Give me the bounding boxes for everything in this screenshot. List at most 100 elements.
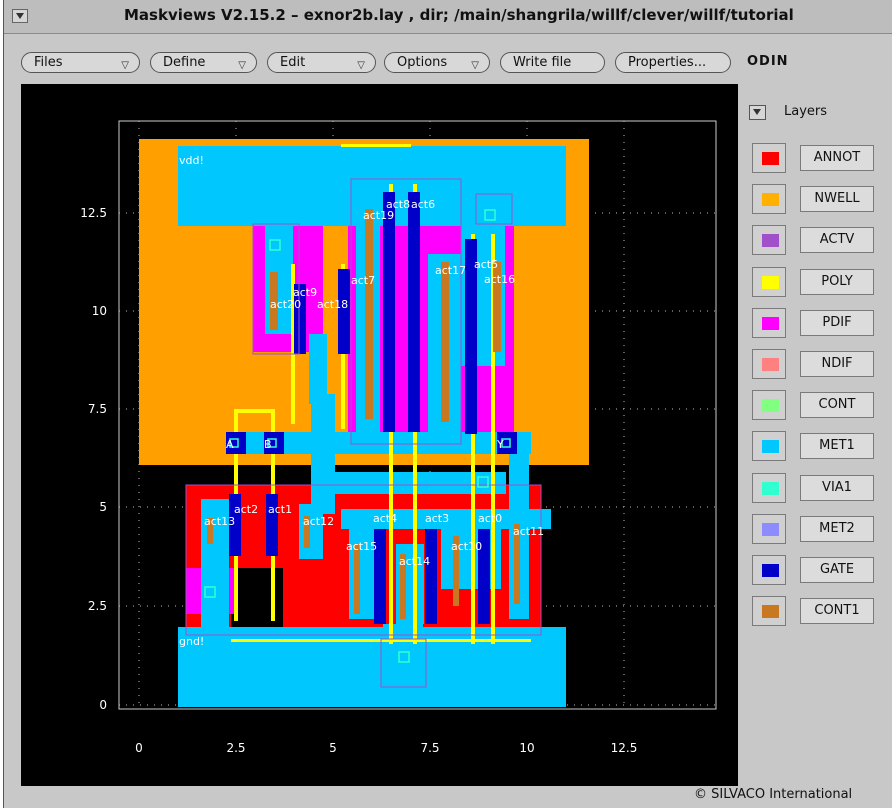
layer-row-annot[interactable]: ANNOT — [752, 143, 877, 175]
layer-button-nwell[interactable]: NWELL — [800, 186, 874, 212]
x-tick-label: 10 — [519, 741, 534, 755]
x-tick-label: 0 — [135, 741, 143, 755]
net-label-gnd: gnd! — [179, 635, 204, 648]
layer-color-chip — [762, 317, 779, 330]
layer-color-swatch[interactable] — [752, 184, 786, 214]
layer-color-chip — [762, 193, 779, 206]
copyright-notice: © SILVACO International — [694, 787, 853, 802]
define-menu-button[interactable]: Define ▽ — [150, 52, 257, 73]
layer-row-met1[interactable]: MET1 — [752, 431, 877, 463]
layer-button-cont1[interactable]: CONT1 — [800, 598, 874, 624]
write-file-button[interactable]: Write file — [500, 52, 605, 73]
layer-color-chip — [762, 152, 779, 165]
layer-button-met2[interactable]: MET2 — [800, 516, 874, 542]
device-label: act14 — [399, 555, 430, 568]
window-title: Maskviews V2.15.2 – exnor2b.lay , dir; /… — [124, 6, 794, 24]
define-label: Define — [163, 55, 206, 70]
layer-button-actv[interactable]: ACTV — [800, 227, 874, 253]
files-label: Files — [34, 55, 63, 70]
layer-row-actv[interactable]: ACTV — [752, 225, 877, 257]
triangle-down-icon: ▽ — [238, 60, 246, 71]
x-tick-label: 2.5 — [226, 741, 245, 755]
met1-strap — [476, 194, 512, 219]
layer-color-chip — [762, 605, 779, 618]
layer-button-annot[interactable]: ANNOT — [800, 145, 874, 171]
net-label-b: B — [264, 438, 272, 451]
y-tick-label: 2.5 — [88, 599, 107, 613]
layers-toggle-button[interactable] — [749, 105, 766, 120]
triangle-down-icon: ▽ — [471, 60, 479, 71]
layer-color-swatch[interactable] — [752, 225, 786, 255]
layer-button-ndif[interactable]: NDIF — [800, 351, 874, 377]
device-label: act18 — [317, 298, 348, 311]
options-label: Options — [397, 55, 448, 70]
layer-row-via1[interactable]: VIA1 — [752, 473, 877, 505]
device-label: act12 — [303, 515, 334, 528]
layer-button-pdif[interactable]: PDIF — [800, 310, 874, 336]
device-label: act3 — [425, 512, 449, 525]
layer-color-chip — [762, 564, 779, 577]
device-label: act5 — [474, 258, 498, 271]
title-bar[interactable]: Maskviews V2.15.2 – exnor2b.lay , dir; /… — [4, 0, 892, 34]
net-label-y: Y — [496, 438, 504, 451]
device-label: act10 — [451, 540, 482, 553]
layout-canvas[interactable]: 0 2.5 5 7.5 10 12.5 12.5 10 7.5 5 2.5 0 … — [21, 84, 738, 786]
triangle-down-icon: ▽ — [121, 60, 129, 71]
edit-menu-button[interactable]: Edit ▽ — [267, 52, 376, 73]
layer-color-swatch[interactable] — [752, 555, 786, 585]
x-tick-label: 5 — [329, 741, 337, 755]
device-label: act1 — [268, 503, 292, 516]
layer-row-cont[interactable]: CONT — [752, 390, 877, 422]
layer-button-poly[interactable]: POLY — [800, 269, 874, 295]
net-label-vdd: vdd! — [179, 154, 204, 167]
layer-color-swatch[interactable] — [752, 308, 786, 338]
layer-color-swatch[interactable] — [752, 390, 786, 420]
x-tick-label: 7.5 — [420, 741, 439, 755]
application-window: Maskviews V2.15.2 – exnor2b.lay , dir; /… — [3, 0, 892, 808]
triangle-down-icon: ▽ — [357, 60, 365, 71]
layer-color-chip — [762, 523, 779, 536]
options-menu-button[interactable]: Options ▽ — [384, 52, 490, 73]
layer-row-gate[interactable]: GATE — [752, 555, 877, 587]
window-menu-button[interactable] — [12, 9, 28, 23]
layer-color-swatch[interactable] — [752, 267, 786, 297]
device-label: act15 — [346, 540, 377, 553]
device-label: act0 — [478, 512, 502, 525]
layer-button-via1[interactable]: VIA1 — [800, 475, 874, 501]
device-label: act2 — [234, 503, 258, 516]
ndif-notch — [231, 568, 283, 635]
layer-row-pdif[interactable]: PDIF — [752, 308, 877, 340]
layer-row-nwell[interactable]: NWELL — [752, 184, 877, 216]
properties-button[interactable]: Properties... — [615, 52, 731, 73]
layer-color-swatch[interactable] — [752, 596, 786, 626]
layer-color-swatch[interactable] — [752, 514, 786, 544]
layer-color-swatch[interactable] — [752, 143, 786, 173]
layer-row-cont1[interactable]: CONT1 — [752, 596, 877, 628]
files-menu-button[interactable]: Files ▽ — [21, 52, 140, 73]
device-label: act16 — [484, 273, 515, 286]
layer-button-cont[interactable]: CONT — [800, 392, 874, 418]
layer-color-swatch[interactable] — [752, 473, 786, 503]
edit-label: Edit — [280, 55, 306, 70]
layer-button-met1[interactable]: MET1 — [800, 433, 874, 459]
layer-button-gate[interactable]: GATE — [800, 557, 874, 583]
layer-color-chip — [762, 276, 779, 289]
layer-color-swatch[interactable] — [752, 431, 786, 461]
layer-color-chip — [762, 440, 779, 453]
layer-row-met2[interactable]: MET2 — [752, 514, 877, 546]
layer-row-poly[interactable]: POLY — [752, 267, 877, 299]
met1-strap — [309, 334, 327, 404]
met1-strap — [299, 504, 323, 559]
device-label: act8 — [386, 198, 410, 211]
layer-color-swatch[interactable] — [752, 349, 786, 379]
device-label: act13 — [204, 515, 235, 528]
device-label: act7 — [351, 274, 375, 287]
layer-color-chip — [762, 234, 779, 247]
y-tick-label: 0 — [99, 698, 107, 712]
layer-row-ndif[interactable]: NDIF — [752, 349, 877, 381]
mask-layout-view[interactable]: 0 2.5 5 7.5 10 12.5 12.5 10 7.5 5 2.5 0 … — [21, 84, 738, 786]
y-tick-label: 12.5 — [80, 206, 107, 220]
y-tick-label: 10 — [92, 304, 107, 318]
y-tick-labels: 12.5 10 7.5 5 2.5 0 — [80, 206, 107, 712]
layer-color-chip — [762, 399, 779, 412]
